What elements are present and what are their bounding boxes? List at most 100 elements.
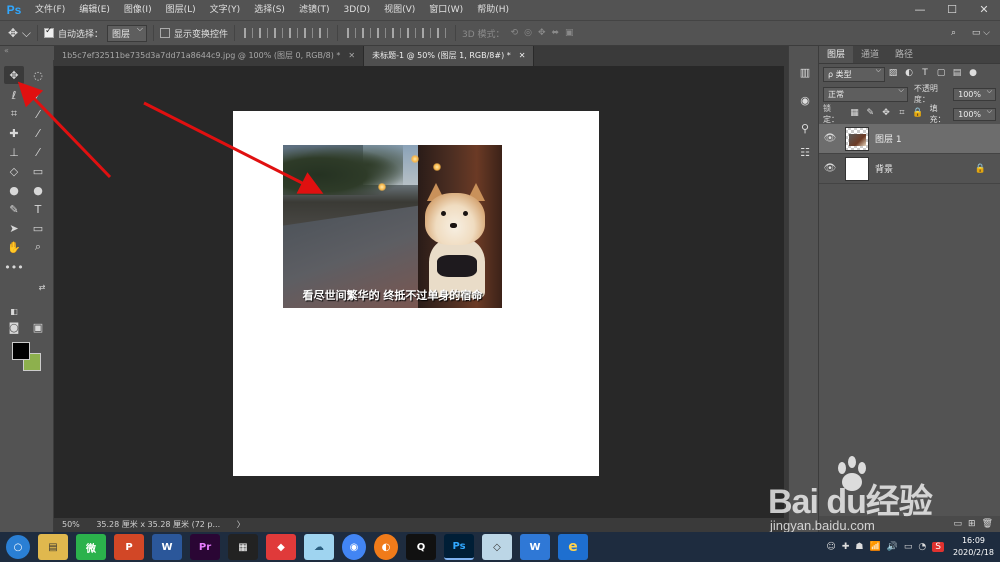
distribute-bottom-icon[interactable] <box>377 28 387 38</box>
smart-object-filter-icon[interactable]: ▤ <box>951 68 963 80</box>
start-button[interactable]: ○ <box>6 535 30 559</box>
screen-mode-icon[interactable]: ▣ <box>28 318 48 336</box>
align-bottom-icon[interactable] <box>319 28 329 38</box>
lock-transparent-icon[interactable]: ▦ <box>849 108 861 120</box>
pixel-filter-icon[interactable]: ▨ <box>887 68 899 80</box>
tab-document-1[interactable]: 1b5c7ef32511be735d3a7dd71a8644c9.jpg @ 1… <box>54 46 365 66</box>
lock-all-icon[interactable]: 🔒 <box>912 108 924 120</box>
app-icon[interactable]: ◇ <box>482 534 512 560</box>
menu-file[interactable]: 文件(F) <box>28 0 72 20</box>
distribute-right-icon[interactable] <box>422 28 432 38</box>
layer-row[interactable]: 👁 背景 🔒 <box>819 154 1000 184</box>
menu-layer[interactable]: 图层(L) <box>159 0 203 20</box>
crop-tool-icon[interactable]: ⌗ <box>4 105 24 123</box>
lock-image-icon[interactable]: ✎ <box>864 108 876 120</box>
shiba-dog-photo-layer[interactable]: 看尽世间繁华的 终抵不过单身的宿命 <box>283 145 502 308</box>
distribute-left-icon[interactable] <box>392 28 402 38</box>
shape-filter-icon[interactable]: ▢ <box>935 68 947 80</box>
auto-align-icon[interactable] <box>437 28 447 38</box>
menu-window[interactable]: 窗口(W) <box>422 0 470 20</box>
menu-filter[interactable]: 滤镜(T) <box>292 0 337 20</box>
3d-roll-icon[interactable]: ◎ <box>524 28 532 38</box>
libraries-panel-icon[interactable]: ⚲ <box>797 122 813 136</box>
app-icon[interactable]: ◆ <box>266 534 296 560</box>
3d-slide-icon[interactable]: ⬌ <box>552 28 560 38</box>
distribute-top-icon[interactable] <box>347 28 357 38</box>
menu-help[interactable]: 帮助(H) <box>470 0 516 20</box>
auto-select-dropdown[interactable]: 图层 <box>106 24 147 42</box>
workspace-icon[interactable]: ▭ ⌵ <box>972 28 990 38</box>
zoom-tool-icon[interactable]: ⌕ <box>28 238 48 256</box>
cloud-app-icon[interactable]: ☁ <box>304 534 334 560</box>
3d-rotate-icon[interactable]: ⟲ <box>511 28 519 38</box>
foreground-color-swatch[interactable] <box>12 342 30 360</box>
visibility-eye-icon[interactable]: 👁 <box>819 133 841 144</box>
pen-tool-icon[interactable]: ✎ <box>4 200 24 218</box>
wechat-icon[interactable]: 微 <box>76 534 106 560</box>
auto-select-checkbox[interactable] <box>43 26 54 38</box>
close-icon[interactable]: ✕ <box>519 51 526 60</box>
show-transform-checkbox[interactable] <box>160 28 170 38</box>
volume-icon[interactable]: 🔊 <box>887 542 898 552</box>
tab-document-2[interactable]: 未标题-1 @ 50% (图层 1, RGB/8#) * ✕ <box>364 46 535 66</box>
fill-field[interactable]: 100% <box>953 107 997 121</box>
rectangle-tool-icon[interactable]: ▭ <box>28 219 48 237</box>
tray-app-icon[interactable]: ✚ <box>842 542 850 552</box>
align-top-icon[interactable] <box>289 28 299 38</box>
more-tools-icon[interactable]: ••• <box>4 258 24 276</box>
status-menu-arrow-icon[interactable]: 〉 <box>237 520 245 529</box>
blur-tool-icon[interactable]: ● <box>4 181 24 199</box>
layer-kind-dropdown[interactable]: ρ 类型 <box>823 66 885 82</box>
close-button[interactable]: ✕ <box>968 0 1000 20</box>
premiere-icon[interactable]: Pr <box>190 534 220 560</box>
layer-name[interactable]: 背景 <box>875 162 893 175</box>
lasso-tool-icon[interactable]: ℓ <box>4 86 24 104</box>
layer-row[interactable]: 👁 图层 1 <box>819 124 1000 154</box>
3d-scale-icon[interactable]: ▣ <box>565 28 574 38</box>
align-middle-icon[interactable] <box>304 28 314 38</box>
dodge-tool-icon[interactable]: ● <box>28 181 48 199</box>
quick-select-tool-icon[interactable]: ⁄ <box>28 86 48 104</box>
menu-3d[interactable]: 3D(D) <box>336 0 377 20</box>
quick-mask-icon[interactable]: ◙ <box>4 318 24 336</box>
minimize-button[interactable]: — <box>904 0 936 20</box>
toolbar-collapse[interactable]: « <box>0 46 54 60</box>
history-brush-tool-icon[interactable]: ⁄ <box>28 143 48 161</box>
filter-toggle-icon[interactable]: ● <box>967 68 979 80</box>
adjustments-panel-icon[interactable]: ☷ <box>797 146 813 160</box>
eyedropper-tool-icon[interactable]: ⁄ <box>28 105 48 123</box>
type-tool-icon[interactable]: T <box>28 200 48 218</box>
opacity-field[interactable]: 100% <box>953 87 996 101</box>
menu-edit[interactable]: 编辑(E) <box>72 0 117 20</box>
file-explorer-icon[interactable]: ▤ <box>38 534 68 560</box>
path-selection-tool-icon[interactable]: ➤ <box>4 219 24 237</box>
3d-drag-icon[interactable]: ✥ <box>538 28 546 38</box>
search-icon[interactable]: ⌕ <box>951 28 956 38</box>
healing-brush-tool-icon[interactable]: ✚ <box>4 124 24 142</box>
lock-artboard-icon[interactable]: ⌗ <box>896 108 908 120</box>
distribute-middle-icon[interactable] <box>362 28 372 38</box>
layer-name[interactable]: 图层 1 <box>875 132 902 145</box>
close-icon[interactable]: ✕ <box>348 51 355 60</box>
tray-app-icon[interactable]: ◔ <box>918 542 926 552</box>
menu-type[interactable]: 文字(Y) <box>203 0 248 20</box>
word-icon[interactable]: W <box>152 534 182 560</box>
photoshop-taskbar-icon[interactable]: Ps <box>444 534 474 560</box>
move-tool-preset-icon[interactable]: ✥ ⌵ <box>8 26 31 41</box>
tray-app-icon[interactable]: ☗ <box>855 542 863 552</box>
align-right-icon[interactable] <box>274 28 284 38</box>
people-icon[interactable]: ☺ <box>826 542 835 552</box>
lock-position-icon[interactable]: ✥ <box>880 108 892 120</box>
maximize-button[interactable]: ☐ <box>936 0 968 20</box>
wps-icon[interactable]: W <box>520 534 550 560</box>
eraser-tool-icon[interactable]: ◇ <box>4 162 24 180</box>
properties-panel-icon[interactable]: ◉ <box>797 94 813 108</box>
align-center-icon[interactable] <box>259 28 269 38</box>
distribute-center-icon[interactable] <box>407 28 417 38</box>
blend-mode-dropdown[interactable]: 正常 <box>823 86 908 102</box>
tab-paths[interactable]: 路径 <box>887 46 921 63</box>
chrome-icon[interactable]: ◉ <box>342 534 366 560</box>
menu-view[interactable]: 视图(V) <box>377 0 422 20</box>
hand-tool-icon[interactable]: ✋ <box>4 238 24 256</box>
tab-layers[interactable]: 图层 <box>819 46 854 63</box>
